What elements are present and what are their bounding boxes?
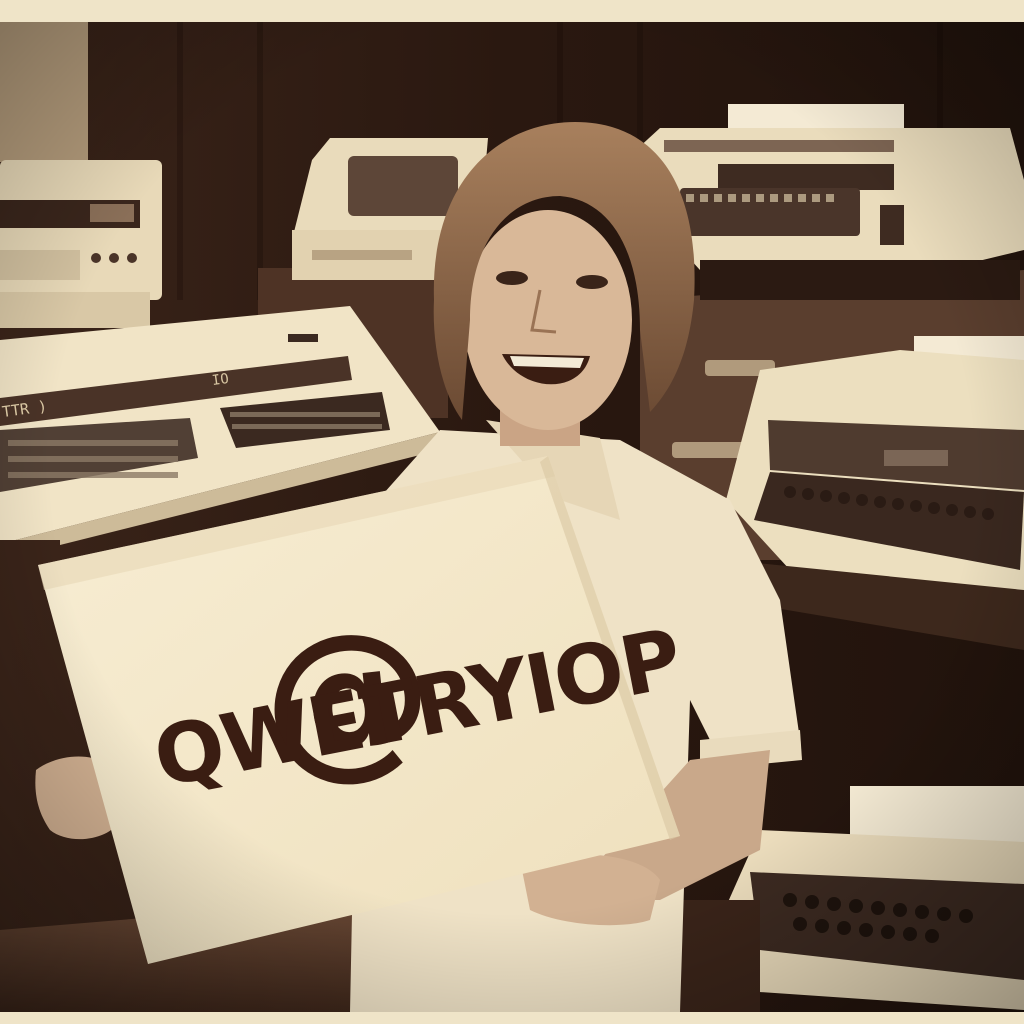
photo-scene [0, 0, 1024, 1024]
terminal-model-label: IO [210, 370, 230, 390]
sepia-photograph: TTR ) IO @ QWETRYIOP [0, 0, 1024, 1024]
